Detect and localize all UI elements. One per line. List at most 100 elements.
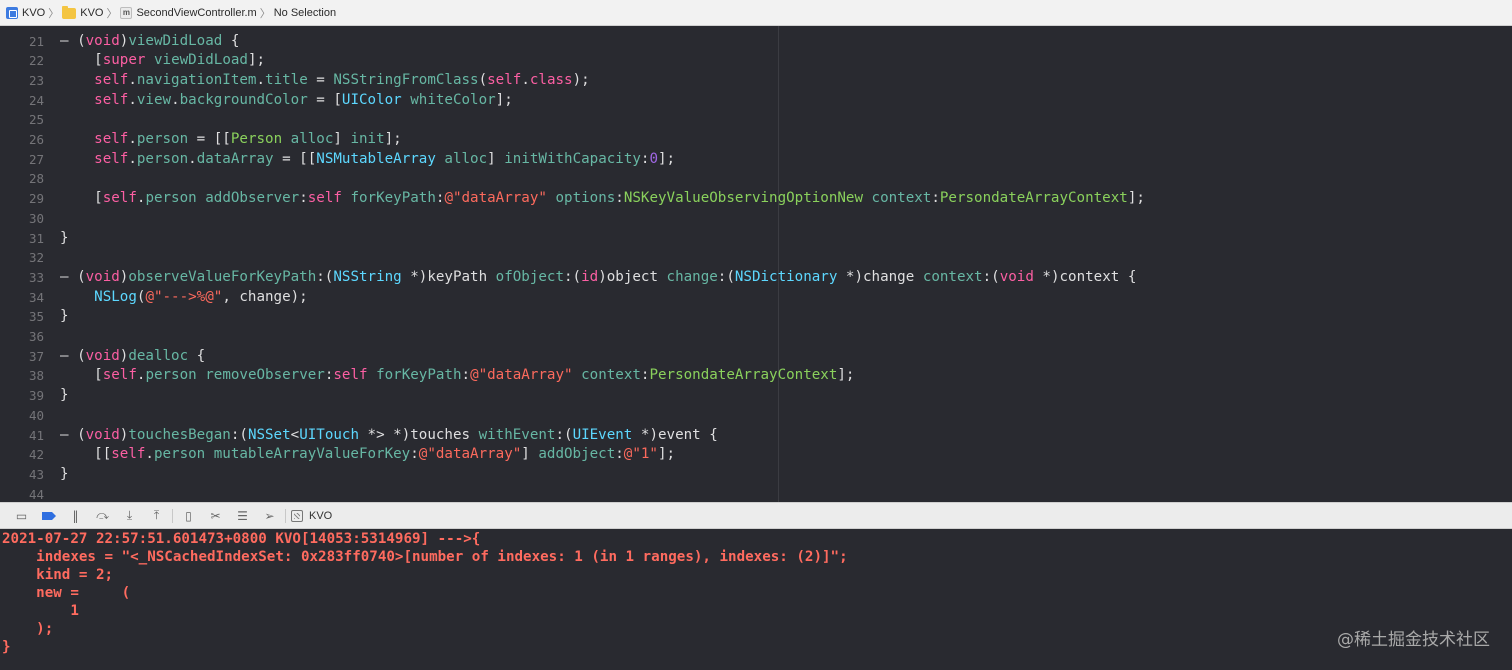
breadcrumb-symbol[interactable]: No Selection [274,7,336,19]
code-token: touchesBegan [128,426,231,443]
breadcrumb-project[interactable]: KVO [6,6,45,19]
line-number[interactable]: 43 [0,465,44,485]
source-editor[interactable]: 21– (void)viewDidLoad {22 [super viewDid… [0,26,1512,502]
line-number[interactable]: 31 [0,229,44,249]
code-line[interactable]: 23 self.navigationItem.title = NSStringF… [0,71,1512,91]
code-line[interactable]: 41 – (void)touchesBegan:(NSSet<UITouch *>… [0,426,1512,446]
hide-console-icon[interactable]: ▭ [8,505,35,527]
console-output[interactable]: @稀土掘金技术社区 2021-07-27 22:57:51.601473+080… [0,529,1512,670]
line-number[interactable]: 30 [0,209,44,229]
code-line[interactable]: 28 [0,169,1512,189]
line-number[interactable]: 35 [0,307,44,327]
line-number[interactable]: 36 [0,327,44,347]
code-token: UIEvent [572,426,633,443]
breadcrumb-file[interactable]: m SecondViewController.m [120,6,257,19]
line-number[interactable]: 24 [0,91,44,111]
code-token: , change); [222,288,308,305]
line-number[interactable]: 38 [0,366,44,386]
code-line[interactable]: 26 self.person = [[Person alloc] init]; [0,130,1512,150]
step-into-icon[interactable]: ⤓ [116,505,143,527]
code-token: void [85,426,120,443]
code-token: . [128,150,137,167]
code-token: class [529,71,573,88]
target-icon[interactable] [288,505,306,527]
code-token: navigationItem [136,71,257,88]
code-token: person [136,150,189,167]
code-line[interactable]: 22 [super viewDidLoad]; [0,51,1512,71]
code-token: NSDictionary [734,268,838,285]
code-token: @"--->%@" [145,288,223,305]
step-over-icon[interactable]: ⤼ [89,505,116,527]
line-number[interactable]: 23 [0,71,44,91]
project-icon [6,6,18,19]
code-line[interactable]: 44 [0,485,1512,502]
code-token: dataArray [196,150,274,167]
breadcrumb-symbol-label: No Selection [273,6,337,19]
code-token: NSLog [94,288,137,305]
code-token: [ [60,367,103,384]
code-token: :( [555,426,573,443]
line-number[interactable]: 27 [0,150,44,170]
code-token: PersondateArrayContext [939,190,1128,207]
line-number[interactable]: 41 [0,426,44,446]
pause-icon[interactable]: ‖ [62,505,89,527]
code-token: )object [598,268,667,285]
line-number[interactable]: 44 [0,485,44,502]
line-number[interactable]: 33 [0,268,44,288]
step-out-icon[interactable]: ⤒ [143,505,170,527]
line-number[interactable]: 32 [0,248,44,268]
watermark: @稀土掘金技术社区 [1337,630,1490,650]
line-number[interactable]: 22 [0,51,44,71]
line-number[interactable]: 26 [0,130,44,150]
code-line[interactable]: 36 [0,327,1512,347]
code-text: – (void)observeValueForKeyPath:(NSString… [60,268,1136,288]
code-token: : [410,446,419,463]
line-number[interactable]: 39 [0,386,44,406]
line-number[interactable]: 28 [0,169,44,189]
code-token: :( [982,268,1000,285]
code-line[interactable]: 34 NSLog(@"--->%@", change); [0,288,1512,308]
code-line[interactable]: 33 – (void)observeValueForKeyPath:(NSStri… [0,268,1512,288]
code-line[interactable]: 40 [0,406,1512,426]
code-line[interactable]: 25 [0,110,1512,130]
code-line[interactable]: 37 – (void)dealloc { [0,347,1512,367]
line-number[interactable]: 21 [0,32,44,52]
code-token: void [999,268,1034,285]
code-line[interactable]: 43} [0,465,1512,485]
code-token: backgroundColor [179,91,308,108]
code-token: { [188,347,206,364]
code-token: *> *)touches [359,426,479,443]
code-line[interactable]: 24 self.view.backgroundColor = [UIColor … [0,91,1512,111]
code-line[interactable]: 27 self.person.dataArray = [[NSMutableAr… [0,150,1512,170]
line-number[interactable]: 42 [0,445,44,465]
code-token: NSString [333,268,402,285]
code-token: – ( [60,32,86,49]
breakpoint-icon[interactable] [35,505,62,527]
code-line[interactable]: 38 [self.person removeObserver:self forK… [0,366,1512,386]
line-number[interactable]: 25 [0,110,44,130]
code-line[interactable]: 29 [self.person addObserver:self forKeyP… [0,189,1512,209]
memory-graph-icon[interactable]: ✂ [202,505,229,527]
environment-icon[interactable]: ☰ [229,505,256,527]
code-text: } [60,307,69,327]
code-line[interactable]: 21 – (void)viewDidLoad { [0,32,1512,52]
line-number[interactable]: 34 [0,288,44,308]
line-number[interactable]: 29 [0,189,44,209]
breadcrumb-group[interactable]: KVO [62,5,103,19]
code-line[interactable]: 32 [0,248,1512,268]
code-line[interactable]: 30 [0,209,1512,229]
location-icon[interactable]: ➢ [256,505,283,527]
line-number[interactable]: 40 [0,406,44,426]
code-token: } [60,229,69,246]
objc-file-icon: m [120,6,133,19]
view-debugger-icon[interactable]: ▯ [175,505,202,527]
debug-target-label[interactable]: KVO [309,510,332,522]
line-number[interactable]: 37 [0,347,44,367]
code-token: – ( [60,268,86,285]
code-line[interactable]: 39} [0,386,1512,406]
breadcrumb-file-label: SecondViewController.m [136,6,257,19]
divider [172,508,173,523]
code-line[interactable]: 31} [0,229,1512,249]
code-line[interactable]: 35} [0,307,1512,327]
code-line[interactable]: 42 [[self.person mutableArrayValueForKey… [0,445,1512,465]
